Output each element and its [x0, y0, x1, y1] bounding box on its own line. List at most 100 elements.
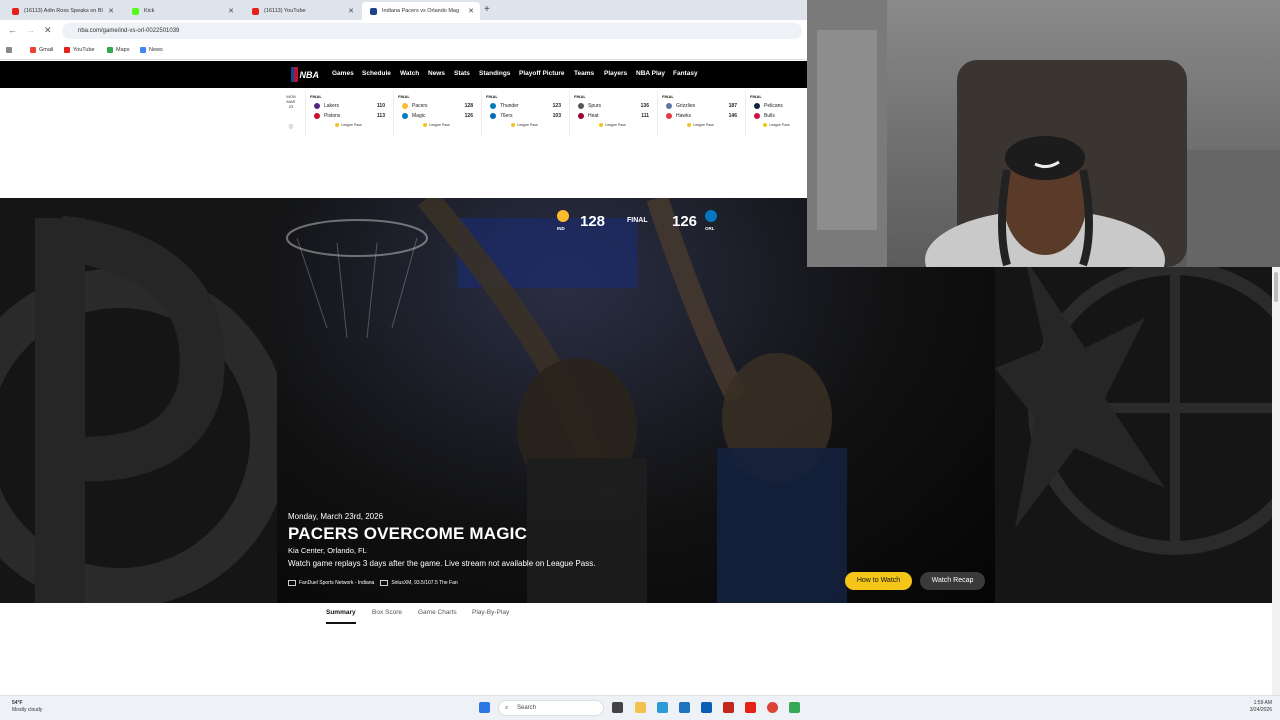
nav-standings[interactable]: Standings — [479, 70, 510, 77]
magic-logo-icon — [402, 113, 408, 119]
radio-icon — [380, 580, 389, 586]
nba-logo[interactable]: NBA — [291, 67, 319, 82]
nav-watch[interactable]: Watch — [400, 70, 419, 77]
bookmark-maps[interactable]: Maps — [107, 47, 129, 53]
outlook-icon[interactable] — [701, 702, 712, 713]
youtube-icon[interactable] — [745, 702, 756, 713]
scoreboard-date[interactable]: MON MAR 23 ◎ — [282, 94, 300, 130]
venue: Kia Center, Orlando, FL — [288, 546, 367, 555]
youtube-icon — [12, 7, 19, 15]
pelicans-logo-icon — [754, 103, 760, 109]
taskbar-search[interactable]: ⌕ Search — [498, 700, 604, 716]
game-card[interactable]: FINAL Grizzlies 187 Hawks 146 League Pass — [657, 91, 743, 137]
nav-news[interactable]: News — [428, 70, 445, 77]
game-card[interactable]: FINAL Pelicans Bulls League Pass — [745, 91, 807, 137]
scoreboard-strip: MON MAR 23 ◎ FINAL Lakers 110 Pistons 113 … — [0, 88, 807, 198]
webcam-overlay — [807, 0, 1280, 267]
game-card[interactable]: FINAL Spurs 136 Heat 111 League Pass — [569, 91, 655, 137]
nav-nba-play[interactable]: NBA Play — [636, 70, 665, 77]
game-card[interactable]: FINAL Lakers 110 Pistons 113 League Pass — [305, 91, 391, 137]
browser-tab[interactable]: Kick ✕ — [124, 2, 240, 20]
away-score: 126 — [672, 213, 698, 230]
76ers-logo-icon — [490, 113, 496, 119]
final-score-line: IND 128 FINAL 126 ORL — [555, 210, 725, 234]
back-icon[interactable]: ← — [8, 25, 17, 35]
game-status: FINAL — [627, 217, 648, 224]
tab-summary[interactable]: Summary — [326, 609, 356, 624]
game-card[interactable]: FINAL Pacers 128 Magic 126 League Pass — [393, 91, 479, 137]
windows-start-icon[interactable] — [479, 702, 490, 713]
file-explorer-icon[interactable] — [635, 702, 646, 713]
nav-schedule[interactable]: Schedule — [362, 70, 391, 77]
pacers-background-logo — [0, 198, 277, 603]
nba-main-nav: NBA Games Schedule Watch News Stats Stan… — [0, 61, 807, 88]
task-view-icon[interactable] — [612, 702, 623, 713]
tab-play-by-play[interactable]: Play-By-Play — [472, 609, 509, 622]
url-field[interactable]: nba.com/game/ind-vs-orl-0022501039 — [62, 23, 802, 39]
pacers-logo-icon — [0, 215, 277, 603]
nav-fantasy[interactable]: Fantasy — [673, 70, 698, 77]
close-icon[interactable]: ✕ — [228, 7, 234, 15]
app-icon[interactable] — [789, 702, 800, 713]
league-pass-icon — [335, 123, 340, 128]
tab-game-charts[interactable]: Game Charts — [418, 609, 457, 622]
apps-grid-icon[interactable] — [6, 47, 15, 53]
calendar-icon[interactable]: ◎ — [282, 124, 300, 130]
nav-stats[interactable]: Stats — [454, 70, 470, 77]
pistons-logo-icon — [314, 113, 320, 119]
watch-recap-button[interactable]: Watch Recap — [920, 572, 985, 590]
search-icon: ⌕ — [505, 705, 509, 711]
nav-games[interactable]: Games — [332, 70, 354, 77]
edge-icon[interactable] — [657, 702, 668, 713]
nba-logo-icon — [291, 67, 298, 82]
league-pass-icon — [423, 123, 428, 128]
new-tab-icon[interactable]: + — [484, 4, 490, 15]
browser-tab-bar: (16113) Adin Ross Speaks on Bl ✕ Kick ✕ … — [0, 0, 807, 20]
kick-icon — [132, 7, 139, 15]
close-icon[interactable]: ✕ — [348, 7, 354, 15]
game-date: Monday, March 23rd, 2026 — [288, 512, 384, 521]
tab-label: (16113) YouTube — [264, 8, 306, 14]
pacers-logo-icon — [557, 210, 569, 222]
league-pass-icon — [687, 123, 692, 128]
address-bar-row: ← → ✕ nba.com/game/ind-vs-orl-0022501039 — [0, 20, 807, 42]
spurs-logo-icon — [578, 103, 584, 109]
game-headline: PACERS OVERCOME MAGIC — [288, 524, 528, 543]
browser-tab[interactable]: (16113) YouTube ✕ — [244, 2, 360, 20]
chrome-icon[interactable] — [767, 702, 778, 713]
bookmarks-bar: Gmail YouTube Maps News — [0, 42, 807, 60]
heat-logo-icon — [578, 113, 584, 119]
scrollbar-thumb[interactable] — [1274, 272, 1278, 302]
page-scrollbar[interactable] — [1272, 267, 1280, 695]
tab-box-score[interactable]: Box Score — [372, 609, 402, 622]
news-icon — [140, 47, 146, 53]
game-card[interactable]: FINAL Thunder 123 76ers 103 League Pass — [481, 91, 567, 137]
close-icon[interactable]: ✕ — [108, 7, 114, 15]
forward-icon[interactable]: → — [26, 25, 35, 35]
app-icon[interactable] — [723, 702, 734, 713]
nav-teams[interactable]: Teams — [574, 70, 594, 77]
lakers-logo-icon — [314, 103, 320, 109]
weather-widget[interactable]: 54°F Mostly cloudy — [12, 700, 42, 714]
system-clock[interactable]: 1:59 AM 3/24/2026 — [1250, 700, 1272, 714]
browser-tab-active[interactable]: Indiana Pacers vs Orlando Mag ✕ — [362, 2, 480, 20]
webcam-person-illustration — [807, 0, 1280, 267]
gmail-icon — [30, 47, 36, 53]
store-icon[interactable] — [679, 702, 690, 713]
how-to-watch-button[interactable]: How to Watch — [845, 572, 912, 590]
bookmark-news[interactable]: News — [140, 47, 163, 53]
bulls-logo-icon — [754, 113, 760, 119]
nav-players[interactable]: Players — [604, 70, 627, 77]
pacers-logo-icon — [402, 103, 408, 109]
tab-label: Indiana Pacers vs Orlando Mag — [382, 8, 460, 14]
bookmark-youtube[interactable]: YouTube — [64, 47, 95, 53]
hawks-logo-icon — [666, 113, 672, 119]
magic-logo-icon — [705, 210, 717, 222]
bookmark-gmail[interactable]: Gmail — [30, 47, 53, 53]
broadcast-info: FanDuel Sports Network - Indiana SiriusX… — [288, 580, 458, 586]
league-pass-icon — [599, 123, 604, 128]
stop-loading-icon[interactable]: ✕ — [44, 25, 52, 36]
browser-tab[interactable]: (16113) Adin Ross Speaks on Bl ✕ — [4, 2, 120, 20]
nav-playoff-picture[interactable]: Playoff Picture — [519, 70, 565, 77]
close-icon[interactable]: ✕ — [468, 7, 474, 15]
